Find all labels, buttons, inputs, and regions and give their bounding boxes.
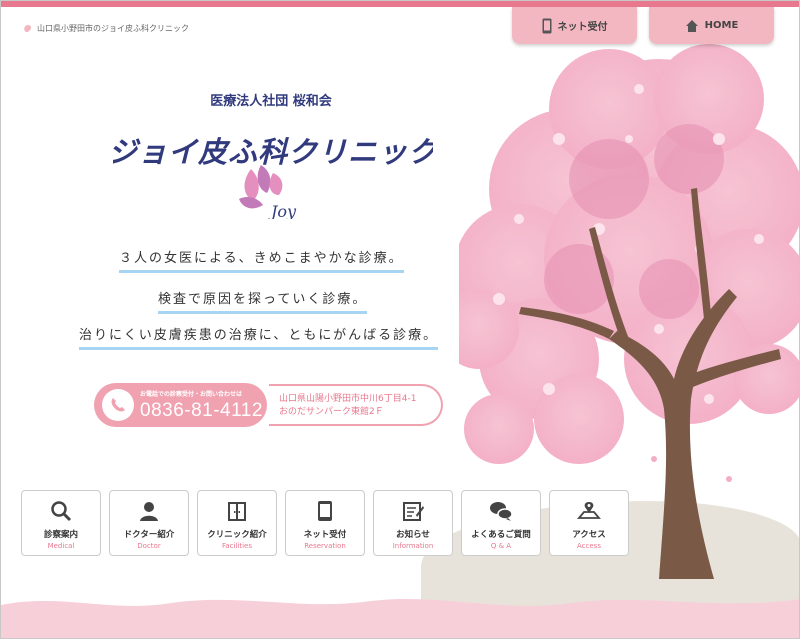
nav-access[interactable]: アクセス Access bbox=[549, 490, 629, 556]
nav-sublabel: Medical bbox=[47, 542, 75, 550]
nav-doctor[interactable]: ドクター紹介 Doctor bbox=[109, 490, 189, 556]
nav-information[interactable]: お知らせ Information bbox=[373, 490, 453, 556]
person-icon bbox=[136, 498, 162, 524]
nav-sublabel: Facilities bbox=[222, 542, 252, 550]
nav-reservation[interactable]: ネット受付 Reservation bbox=[285, 490, 365, 556]
home-icon bbox=[685, 19, 698, 32]
sakura-petal-icon bbox=[24, 24, 32, 32]
nav-label: アクセス bbox=[572, 530, 606, 540]
phone-contact[interactable]: お電話での診察受付・お問い合わせは 0836-81-4112 bbox=[94, 383, 267, 427]
map-icon bbox=[576, 498, 602, 524]
phone-icon bbox=[102, 389, 134, 421]
home-label: HOME bbox=[704, 20, 739, 31]
nav-sublabel: Access bbox=[577, 542, 601, 550]
nav-label: クリニック紹介 bbox=[207, 530, 267, 540]
phone-number: 0836-81-4112 bbox=[140, 399, 263, 421]
nav-label: 診察案内 bbox=[43, 530, 78, 540]
sakura-logo-icon: Joy bbox=[239, 165, 297, 219]
search-icon bbox=[48, 498, 74, 524]
nav-label: お知らせ bbox=[396, 530, 430, 540]
tagline-2: 検査で原因を探っていく診療。 bbox=[158, 288, 368, 314]
net-reception-button[interactable]: ネット受付 bbox=[512, 7, 637, 44]
nav-sublabel: Reservation bbox=[304, 542, 346, 550]
notebook-icon bbox=[400, 498, 426, 524]
clinic-organization: 医療法人社団 桜和会 bbox=[210, 94, 332, 109]
page-frame: 山口県小野田市のジョイ皮ふ科クリニック ネット受付 HOME 医療法人社団 桜和… bbox=[0, 0, 800, 639]
main-navigation: 診察案内 Medical ドクター紹介 Doctor クリニック紹介 Facil… bbox=[21, 490, 629, 556]
home-button[interactable]: HOME bbox=[649, 7, 774, 44]
address-line-1: 山口県山陽小野田市中川6丁目4-1 bbox=[279, 394, 417, 404]
smartphone-icon bbox=[312, 498, 338, 524]
nav-sublabel: Doctor bbox=[137, 542, 161, 550]
address-line-2: おのだサンパーク東館2Ｆ bbox=[279, 407, 384, 417]
nav-sublabel: Information bbox=[392, 542, 434, 550]
nav-facilities[interactable]: クリニック紹介 Facilities bbox=[197, 490, 277, 556]
phone-note: お電話での診察受付・お問い合わせは bbox=[140, 390, 243, 398]
door-icon bbox=[224, 498, 250, 524]
tagline-3: 治りにくい皮膚疾患の治療に、ともにがんばる診療。 bbox=[79, 324, 439, 350]
nav-medical[interactable]: 診察案内 Medical bbox=[21, 490, 101, 556]
nav-label: ネット受付 bbox=[303, 530, 347, 540]
breadcrumb-text: 山口県小野田市のジョイ皮ふ科クリニック bbox=[37, 24, 189, 33]
tagline-1: ３人の女医による、きめこまやかな診療。 bbox=[119, 247, 404, 273]
nav-qa[interactable]: よくあるご質問 Q & A bbox=[461, 490, 541, 556]
logo-mark-text: Joy bbox=[268, 202, 297, 219]
smartphone-icon bbox=[542, 18, 551, 33]
speech-bubble-icon bbox=[488, 498, 514, 524]
breadcrumb: 山口県小野田市のジョイ皮ふ科クリニック bbox=[23, 23, 189, 34]
address-box: 山口県山陽小野田市中川6丁目4-1 おのだサンパーク東館2Ｆ bbox=[269, 384, 443, 426]
bottom-wave-decoration bbox=[1, 599, 799, 638]
net-reception-label: ネット受付 bbox=[557, 22, 608, 33]
nav-label: よくあるご質問 bbox=[471, 530, 531, 540]
nav-sublabel: Q & A bbox=[490, 542, 512, 550]
nav-label: ドクター紹介 bbox=[123, 530, 175, 540]
